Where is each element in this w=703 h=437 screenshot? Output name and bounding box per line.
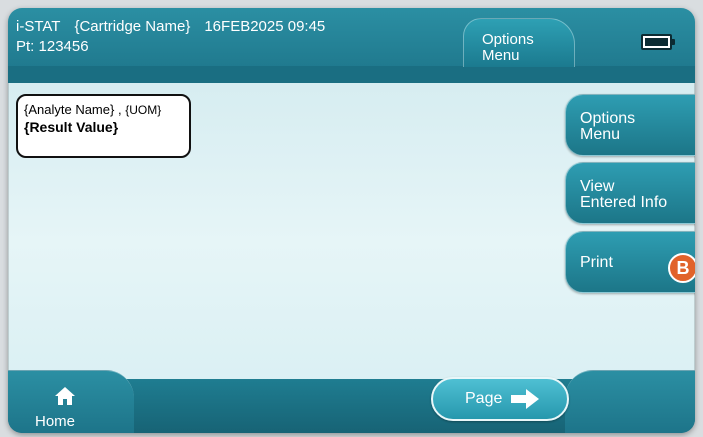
home-label: Home: [35, 413, 76, 430]
page-label: Page: [465, 390, 503, 407]
result-card[interactable]: {Analyte Name} , {UOM} {Result Value}: [16, 94, 191, 158]
footer-right-panel: [565, 370, 695, 433]
datetime: 16FEB2025 09:45: [204, 18, 326, 35]
print-label: Print: [580, 254, 613, 271]
separator: ,: [114, 102, 126, 117]
device-name: i-STAT: [16, 18, 61, 35]
options-label-line2: Menu: [580, 126, 621, 143]
result-value: {Result Value}: [24, 119, 119, 135]
page-next-button[interactable]: Page: [431, 377, 569, 421]
options-label-line1: Options: [580, 110, 636, 127]
analyte-name: {Analyte Name}: [24, 102, 115, 117]
tab-label-line1: Options: [482, 31, 534, 48]
view-label-line1: View: [580, 178, 615, 195]
battery-full-icon: [641, 34, 675, 50]
analyte-line: {Analyte Name} , {UOM}: [24, 102, 183, 118]
header-bar: i-STAT {Cartridge Name} 16FEB2025 09:45 Pt…: [8, 8, 695, 83]
unit-of-measure: {UOM}: [125, 103, 162, 117]
cartridge-name: {Cartridge Name}: [74, 18, 191, 35]
tab-options-menu[interactable]: Options Menu: [463, 18, 575, 67]
options-menu-button[interactable]: Options Menu: [565, 94, 695, 156]
view-entered-info-button[interactable]: View Entered Info: [565, 162, 695, 224]
tab-label-line2: Menu: [482, 47, 520, 64]
device-screen: i-STAT {Cartridge Name} 16FEB2025 09:45 Pt…: [8, 8, 695, 433]
home-icon: [55, 387, 75, 405]
patient-id: Pt: 123456: [16, 38, 89, 55]
header-info: i-STAT {Cartridge Name} 16FEB2025 09:45: [16, 18, 339, 35]
callout-badge: B: [668, 253, 695, 283]
header-strip: [8, 66, 695, 83]
arrow-right-icon: [511, 389, 539, 409]
view-label-line2: Entered Info: [580, 194, 668, 211]
